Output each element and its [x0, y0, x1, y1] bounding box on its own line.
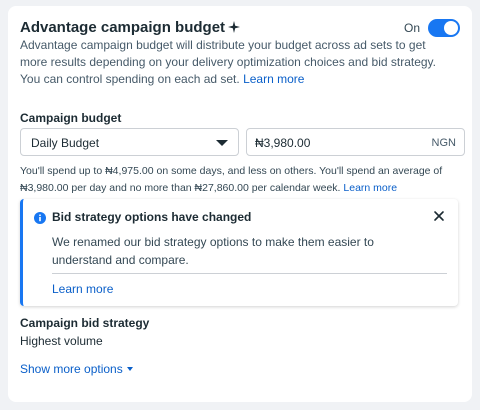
- budget-amount-value: ₦3,980.00: [255, 136, 311, 150]
- show-more-options-label: Show more options: [20, 362, 123, 376]
- bid-strategy-notice: Bid strategy options have changed We ren…: [20, 199, 458, 306]
- toggle-label: On: [403, 21, 420, 35]
- description-learn-more-link[interactable]: Learn more: [243, 72, 304, 86]
- spend-note-learn-more-link[interactable]: Learn more: [343, 182, 397, 194]
- currency-code: NGN: [431, 137, 456, 149]
- bid-strategy-label: Campaign bid strategy: [20, 316, 150, 330]
- spend-note: You'll spend up to ₦4,975.00 on some day…: [20, 163, 460, 197]
- description: Advantage campaign budget will distribut…: [20, 37, 452, 88]
- campaign-budget-label: Campaign budget: [20, 111, 122, 125]
- section-title-text: Advantage campaign budget: [20, 19, 226, 36]
- notice-divider: [52, 273, 447, 274]
- budget-amount-input[interactable]: ₦3,980.00 NGN: [246, 128, 465, 156]
- bid-strategy-value: Highest volume: [20, 334, 103, 348]
- notice-title: Bid strategy options have changed: [52, 210, 252, 224]
- advantage-budget-toggle[interactable]: [428, 19, 460, 37]
- budget-type-value: Daily Budget: [31, 136, 100, 150]
- campaign-budget-card: Advantage campaign budget On Advantage c…: [8, 6, 472, 402]
- budget-type-select[interactable]: Daily Budget: [20, 128, 239, 156]
- sparkle-icon: [228, 19, 241, 39]
- header-row: Advantage campaign budget On: [20, 18, 460, 38]
- info-icon: [34, 211, 46, 224]
- show-more-options-link[interactable]: Show more options: [20, 362, 133, 376]
- budget-toggle-group: On: [404, 18, 460, 38]
- close-icon[interactable]: [432, 209, 446, 223]
- description-text: Advantage campaign budget will distribut…: [20, 38, 437, 86]
- notice-body: We renamed our bid strategy options to m…: [52, 235, 374, 267]
- toggle-knob: [444, 21, 458, 35]
- section-title: Advantage campaign budget: [20, 18, 241, 39]
- notice-learn-more-link[interactable]: Learn more: [52, 282, 113, 296]
- chevron-down-icon: [216, 140, 228, 146]
- chevron-down-icon: [126, 367, 133, 371]
